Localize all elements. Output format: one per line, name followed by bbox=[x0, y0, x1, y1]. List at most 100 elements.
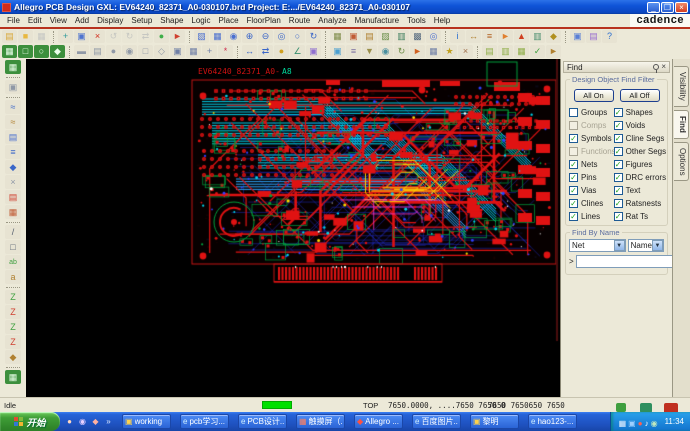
menu-place[interactable]: Place bbox=[215, 16, 243, 25]
find-type-select[interactable]: Net ▼ bbox=[569, 239, 626, 252]
tool-redraw[interactable]: ↻ bbox=[306, 30, 321, 43]
tool-new[interactable]: ▤ bbox=[2, 30, 17, 43]
tab-visibility[interactable]: Visibility bbox=[674, 66, 689, 107]
menu-file[interactable]: File bbox=[3, 16, 24, 25]
tool-slide[interactable]: ▬ bbox=[74, 45, 89, 58]
close-icon[interactable]: × bbox=[661, 63, 666, 71]
checkbox[interactable]: ✓ bbox=[569, 160, 578, 169]
tool-verify[interactable]: ✓ bbox=[530, 45, 545, 58]
pcb-board-view[interactable] bbox=[26, 59, 560, 397]
tool-help[interactable]: ? bbox=[602, 30, 617, 43]
taskbar-task[interactable]: ePCB设计... bbox=[238, 414, 287, 429]
tool-tune-route-4[interactable]: Z bbox=[5, 335, 21, 349]
tool-undo[interactable]: ↺ bbox=[106, 30, 121, 43]
tool-add-connect[interactable]: ≈ bbox=[5, 100, 21, 114]
filter-cline-segs[interactable]: ✓Cline Segs bbox=[614, 132, 664, 144]
network[interactable]: ◉ bbox=[651, 419, 658, 428]
tool-dbdoctor[interactable]: ◎ bbox=[426, 30, 441, 43]
tool-xsection[interactable]: ▩ bbox=[410, 30, 425, 43]
tool-mirror[interactable]: ⇄ bbox=[138, 30, 153, 43]
tool-tune-route-3[interactable]: Z bbox=[5, 320, 21, 334]
tool-zoom-in[interactable]: ⊕ bbox=[242, 30, 257, 43]
tool-open[interactable]: ■ bbox=[18, 30, 33, 43]
tool-spread[interactable]: ▤ bbox=[90, 45, 105, 58]
filter-rat-ts[interactable]: ✓Rat Ts bbox=[614, 210, 664, 222]
filter-shapes[interactable]: ✓Shapes bbox=[614, 106, 664, 118]
tool-show-element[interactable]: i bbox=[450, 30, 465, 43]
tool-zcopy[interactable]: ▣ bbox=[306, 45, 321, 58]
checkbox[interactable]: ✓ bbox=[569, 134, 578, 143]
tool-copy[interactable]: ▣ bbox=[74, 30, 89, 43]
pin-icon[interactable] bbox=[653, 64, 659, 70]
tool-markup[interactable]: ► bbox=[546, 45, 561, 58]
taskbar-task[interactable]: ehao123-... bbox=[528, 414, 577, 429]
tool-window-select[interactable]: ▣ bbox=[170, 45, 185, 58]
checkbox[interactable]: ✓ bbox=[614, 121, 623, 130]
tool-color192[interactable]: ▣ bbox=[346, 30, 361, 43]
checkbox[interactable]: ✓ bbox=[614, 134, 623, 143]
tool-highlight[interactable]: ● bbox=[154, 30, 169, 43]
tool-shadow-mode[interactable]: ▨ bbox=[378, 30, 393, 43]
tool-padstack[interactable]: ▣ bbox=[5, 80, 21, 94]
checkbox[interactable]: ✓ bbox=[569, 173, 578, 182]
tool-add-rect[interactable]: □ bbox=[5, 240, 21, 254]
tool-copy-stack[interactable]: ▣ bbox=[570, 30, 585, 43]
filter-vias[interactable]: ✓Vias bbox=[569, 184, 614, 196]
filter-symbols[interactable]: ✓Symbols bbox=[569, 132, 614, 144]
tool-layer-priority[interactable]: ▥ bbox=[394, 30, 409, 43]
tool-polygon[interactable]: ◇ bbox=[154, 45, 169, 58]
security-shield[interactable]: ▣ bbox=[628, 419, 636, 428]
tool-zoom-center[interactable]: ○ bbox=[290, 30, 305, 43]
tool-zoom-out[interactable]: ⊖ bbox=[258, 30, 273, 43]
desktop-icon-plant[interactable] bbox=[616, 403, 626, 412]
tool-shape-select[interactable]: ◆ bbox=[50, 45, 65, 58]
tool-flag[interactable]: ► bbox=[410, 45, 425, 58]
all-on-button[interactable]: All On bbox=[574, 89, 614, 102]
checkbox[interactable]: ✓ bbox=[569, 186, 578, 195]
checkbox[interactable]: ✓ bbox=[614, 186, 623, 195]
menu-tools[interactable]: Tools bbox=[403, 16, 430, 25]
tool-shape-add[interactable]: ▦ bbox=[2, 45, 17, 58]
taskbar-task[interactable]: ▣黎明 bbox=[470, 414, 519, 429]
tool-net-schedule[interactable]: ◆ bbox=[5, 160, 21, 174]
checkbox[interactable]: ✓ bbox=[614, 160, 623, 169]
tool-angle[interactable]: ∠ bbox=[290, 45, 305, 58]
tool-circle[interactable]: ● bbox=[106, 45, 121, 58]
menu-help[interactable]: Help bbox=[430, 16, 454, 25]
start-button[interactable]: 开始 bbox=[0, 412, 60, 431]
tool-zoom-by-points[interactable]: ▧ bbox=[194, 30, 209, 43]
menu-edit[interactable]: Edit bbox=[24, 16, 46, 25]
design-canvas[interactable]: EV64240_82371_A0- A8 bbox=[26, 59, 560, 397]
tool-film-records[interactable]: ▤ bbox=[586, 30, 601, 43]
tool-measure[interactable]: ↔ bbox=[242, 45, 257, 58]
menu-floorplan[interactable]: FloorPlan bbox=[243, 16, 285, 25]
taskbar-task[interactable]: ▦触摸屏（... bbox=[296, 414, 345, 429]
tool-pulse[interactable]: ≡ bbox=[5, 145, 21, 159]
close-button[interactable]: × bbox=[675, 2, 688, 13]
antivirus[interactable]: ● bbox=[638, 419, 643, 428]
checkbox[interactable]: ✓ bbox=[569, 212, 578, 221]
tool-rectangle[interactable]: □ bbox=[138, 45, 153, 58]
tool-report1[interactable]: ▤ bbox=[482, 45, 497, 58]
filter-nets[interactable]: ✓Nets bbox=[569, 158, 614, 170]
menu-setup[interactable]: Setup bbox=[127, 16, 156, 25]
ime-keyboard[interactable]: ▦ bbox=[619, 419, 627, 428]
tool-show-measure[interactable]: ↔ bbox=[466, 30, 481, 43]
checkbox[interactable]: ✓ bbox=[614, 147, 623, 156]
checkbox[interactable]: ✓ bbox=[614, 212, 623, 221]
checkbox[interactable] bbox=[569, 147, 578, 156]
tool-delete[interactable]: × bbox=[90, 30, 105, 43]
checkbox[interactable]: ✓ bbox=[614, 199, 623, 208]
menu-route[interactable]: Route bbox=[285, 16, 314, 25]
messenger-icon[interactable]: ● bbox=[64, 416, 75, 427]
tool-frame[interactable]: ▦ bbox=[186, 45, 201, 58]
tool-slide-tool[interactable]: × bbox=[5, 175, 21, 189]
tool-shape-add-circle[interactable]: ○ bbox=[34, 45, 49, 58]
filter-figures[interactable]: ✓Figures bbox=[614, 158, 664, 170]
checkbox[interactable]: ✓ bbox=[614, 173, 623, 182]
taskbar-task[interactable]: ▣working bbox=[122, 414, 171, 429]
overflow-chevron-icon[interactable]: » bbox=[103, 416, 114, 427]
tool-shape-add-rect[interactable]: □ bbox=[18, 45, 33, 58]
tool-redo[interactable]: ↻ bbox=[122, 30, 137, 43]
tool-pcb-grid[interactable]: ▦ bbox=[5, 370, 21, 384]
